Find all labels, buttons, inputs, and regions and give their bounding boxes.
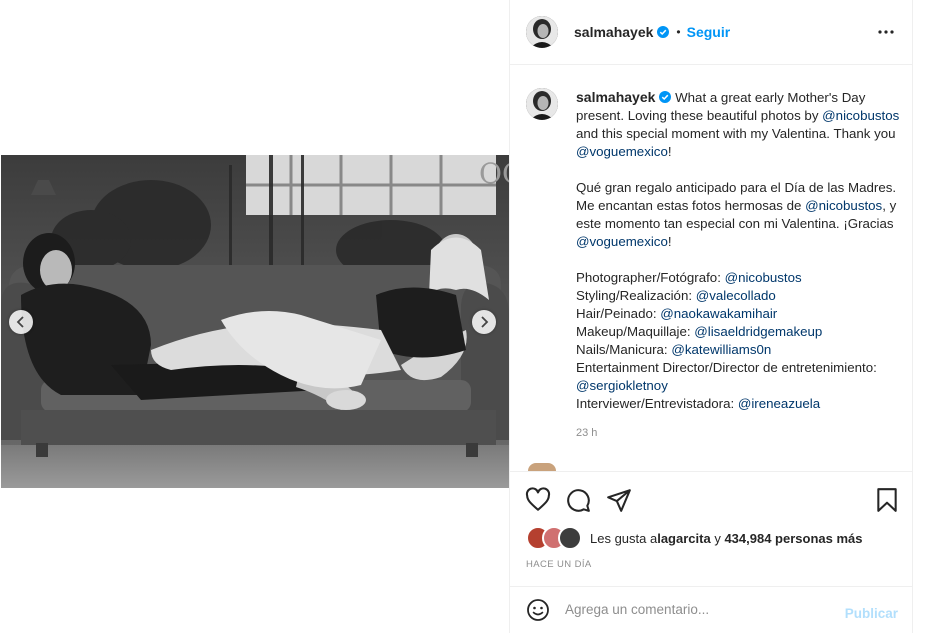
credits-list: Photographer/Fotógrafo: @nicobustos Styl… [576,269,902,413]
separator-dot: • [676,25,681,39]
likes-summary: Les gusta a lagarcita y 434,984 personas… [526,526,862,550]
post-header: salmahayek • Seguir [510,0,912,65]
mention-link[interactable]: @sergiokletnoy [576,378,668,393]
verified-badge-icon [657,26,670,38]
share-button[interactable] [606,487,632,513]
credit-line: Photographer/Fotógrafo: @nicobustos [576,269,902,287]
comment-bar: Publicar [510,586,912,634]
follow-button[interactable]: Seguir [687,24,731,40]
credit-line: Hair/Peinado: @naokawakamihair [576,305,902,323]
credit-line: Interviewer/Entrevistadora: @ireneazuela [576,395,902,413]
credit-label: Photographer/Fotógrafo: [576,270,725,285]
action-bar [510,471,912,512]
likes-prefix: Les gusta a [590,530,658,546]
comment-button[interactable] [565,487,591,513]
mention-link[interactable]: @naokawakamihair [660,306,777,321]
emoji-button[interactable] [526,598,550,622]
next-comment-avatar-peek [528,463,556,471]
credit-label: Makeup/Maquillaje: [576,324,695,339]
emoji-icon [527,599,549,621]
username[interactable]: salmahayek [574,24,653,40]
like-button[interactable] [525,487,551,513]
svg-text:OO: OO [479,157,509,190]
credit-line: Styling/Realización: @valecollado [576,287,902,305]
previous-photo-button[interactable] [9,310,33,334]
bookmark-icon [877,488,897,512]
mention-link[interactable]: @nicobustos [805,198,882,213]
credit-line: Entertainment Director/Director de entre… [576,359,902,395]
caption: salmahayek What a great early Mother's D… [576,88,902,413]
likes-count[interactable]: 434,984 personas más [724,531,862,546]
caption-text: ! [667,234,672,249]
comment-input[interactable] [565,602,825,617]
liker-username[interactable]: lagarcita [657,531,710,546]
verified-badge-icon [659,91,672,103]
more-horizontal-icon [878,30,894,34]
mention-link[interactable]: @voguemexico [576,234,668,249]
caption-text: and this special moment with my Valentin… [576,126,896,141]
credit-label: Hair/Peinado: [576,306,661,321]
share-icon [607,489,631,512]
mention-link[interactable]: @nicobustos [725,270,802,285]
credit-label: Entertainment Director/Director de entre… [576,360,877,375]
publish-button[interactable]: Publicar [845,606,898,621]
post-photo[interactable]: OO [1,155,509,488]
comment-icon [567,489,590,512]
liker-avatar [558,526,582,550]
media-area: OO [0,0,509,633]
caption-timestamp[interactable]: 23 h [576,427,597,439]
chevron-right-icon [481,316,489,328]
caption-text: ! [667,144,672,159]
caption-username[interactable]: salmahayek [576,89,655,105]
chevron-left-icon [16,316,24,328]
credit-label: Styling/Realización: [576,288,696,303]
next-photo-button[interactable] [472,310,496,334]
avatar[interactable] [526,16,558,48]
post-panel: salmahayek • Seguir salmahayek What a gr… [509,0,913,633]
credit-label: Interviewer/Entrevistadora: [576,396,738,411]
mention-link[interactable]: @nicobustos [822,108,899,123]
mention-link[interactable]: @voguemexico [576,144,668,159]
caption-avatar[interactable] [526,88,558,120]
save-button[interactable] [874,487,900,513]
heart-icon [525,487,551,511]
post-date[interactable]: HACE UN DÍA [526,559,592,570]
more-options-button[interactable] [874,20,898,44]
mention-link[interactable]: @valecollado [696,288,776,303]
credit-line: Makeup/Maquillaje: @lisaeldridgemakeup [576,323,902,341]
mention-link[interactable]: @ireneazuela [738,396,820,411]
mention-link[interactable]: @lisaeldridgemakeup [694,324,822,339]
mention-link[interactable]: @katewilliams0n [671,342,771,357]
likes-middle: y [710,530,725,546]
credit-line: Nails/Manicura: @katewilliams0n [576,341,902,359]
credit-label: Nails/Manicura: [576,342,672,357]
